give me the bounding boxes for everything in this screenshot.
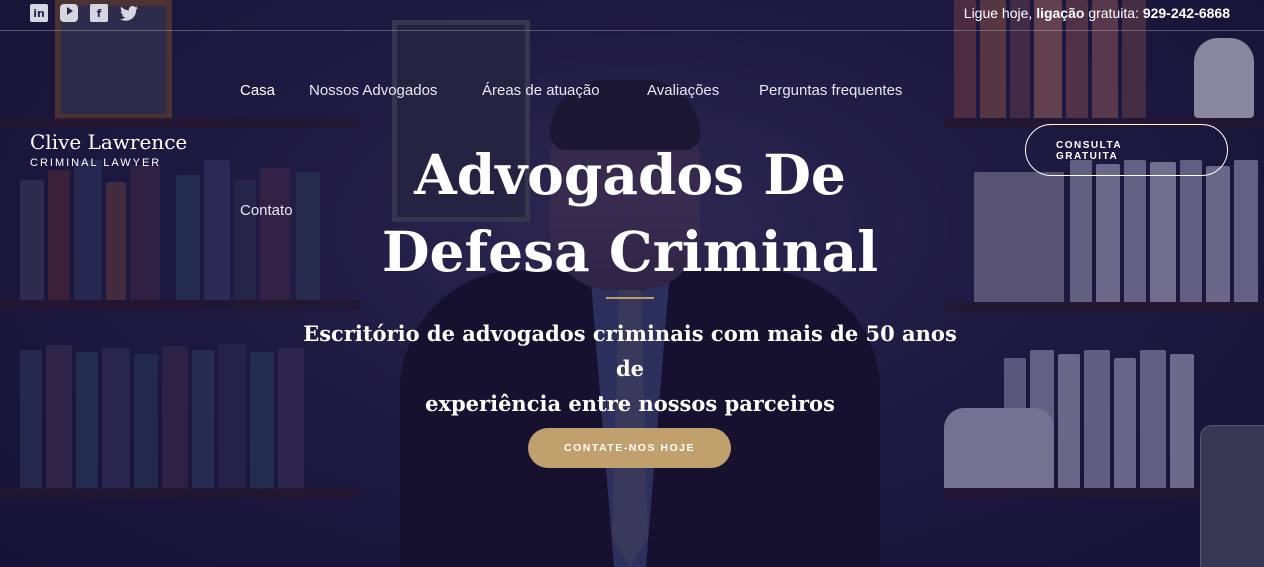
top-bar: in f Ligue hoje, ligação gratuita: 929-2… [0, 0, 1264, 31]
nav-item-casa[interactable]: Casa [240, 82, 275, 99]
nav-item-perguntas-frequentes[interactable]: Perguntas frequentes [759, 82, 902, 99]
phone-middle: gratuita: [1084, 5, 1143, 21]
free-consultation-button[interactable]: CONSULTA GRATUITA [1025, 124, 1228, 176]
hero-subtitle-line2: experiência entre nossos parceiros [425, 391, 835, 416]
social-links: in f [30, 4, 138, 22]
hero-subtitle: Escritório de advogados criminais com ma… [300, 316, 960, 421]
youtube-icon[interactable] [60, 4, 78, 22]
hero-title-line2: Defesa Criminal [381, 219, 879, 284]
nav-item-avaliacoes[interactable]: Avaliações [647, 82, 719, 99]
nav-item-contato[interactable]: Contato [240, 202, 293, 219]
consult-line1: CONSULTA [1056, 140, 1123, 151]
hero-subtitle-line1: Escritório de advogados criminais com ma… [303, 321, 957, 381]
hero-title-line1: Advogados De [414, 142, 846, 207]
hero-title: Advogados De Defesa Criminal [330, 136, 930, 290]
brand-logo[interactable]: Clive Lawrence CRIMINAL LAWYER [30, 131, 187, 169]
phone-number[interactable]: 929-242-6868 [1143, 5, 1230, 21]
contact-us-button[interactable]: CONTATE-NOS HOJE [528, 428, 731, 468]
phone-bold-word: ligação [1036, 5, 1085, 21]
nav-item-areas-de-atuacao[interactable]: Áreas de atuação [482, 82, 600, 99]
twitter-icon[interactable] [120, 4, 138, 22]
facebook-icon[interactable]: f [90, 4, 108, 22]
brand-name: Clive Lawrence [30, 130, 188, 154]
nav-item-nossos-advogados[interactable]: Nossos Advogados [309, 82, 437, 99]
consult-line2: GRATUITA [1056, 151, 1119, 162]
brand-tagline: CRIMINAL LAWYER [30, 157, 162, 169]
phone-cta[interactable]: Ligue hoje, ligação gratuita: 929-242-68… [964, 5, 1230, 21]
phone-prefix: Ligue hoje, [963, 5, 1037, 21]
gold-divider [606, 297, 654, 299]
linkedin-icon[interactable]: in [30, 4, 48, 22]
